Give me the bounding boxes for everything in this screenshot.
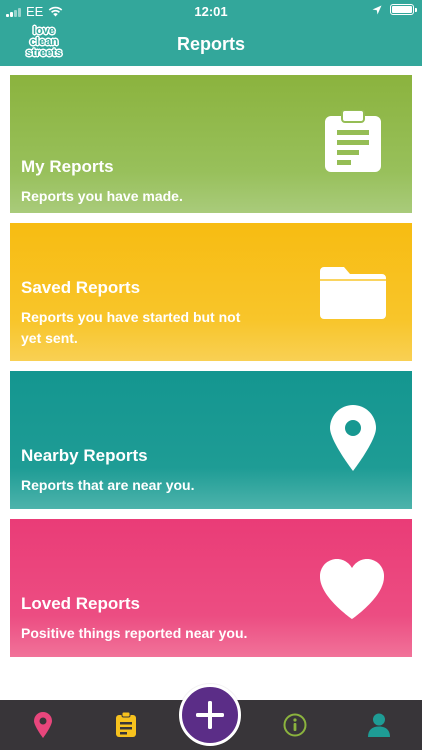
card-subtitle: Reports that are near you. [21,477,195,493]
nearby-reports-card[interactable]: Nearby Reports Reports that are near you… [10,371,412,509]
map-pin-icon [330,405,376,471]
app-header: love clean streets Reports [0,22,422,66]
my-reports-card[interactable]: My Reports Reports you have made. [10,75,412,213]
saved-reports-card[interactable]: Saved Reports Reports you have started b… [10,223,412,361]
tab-info[interactable] [280,710,310,740]
folder-icon [320,267,386,319]
add-report-button[interactable] [179,684,241,746]
card-title: Loved Reports [21,594,141,613]
tab-reports[interactable] [111,710,141,740]
user-icon [368,713,390,737]
location-arrow-icon [372,5,382,14]
card-title: Saved Reports [21,278,141,297]
status-bar: EE 12:01 [0,0,422,22]
status-time: 12:01 [194,4,228,19]
card-subtitle-line-1: Reports you have started but not [21,309,241,325]
map-pin-icon [34,712,52,738]
heart-icon [320,559,384,619]
loved-reports-card[interactable]: Loved Reports Positive things reported n… [10,519,412,657]
tab-map[interactable] [28,710,58,740]
page-title: Reports [176,34,245,54]
card-title: Nearby Reports [21,446,148,465]
tab-profile[interactable] [364,710,394,740]
card-subtitle: Reports you have made. [21,188,183,204]
card-subtitle-line-2: yet sent. [21,330,78,346]
clipboard-icon [116,712,136,737]
clipboard-icon [325,110,381,172]
card-subtitle: Positive things reported near you. [21,625,248,641]
card-title: My Reports [21,157,114,176]
battery-icon [390,4,417,15]
status-right [372,4,417,15]
plus-icon [196,701,224,729]
info-icon [283,713,307,737]
